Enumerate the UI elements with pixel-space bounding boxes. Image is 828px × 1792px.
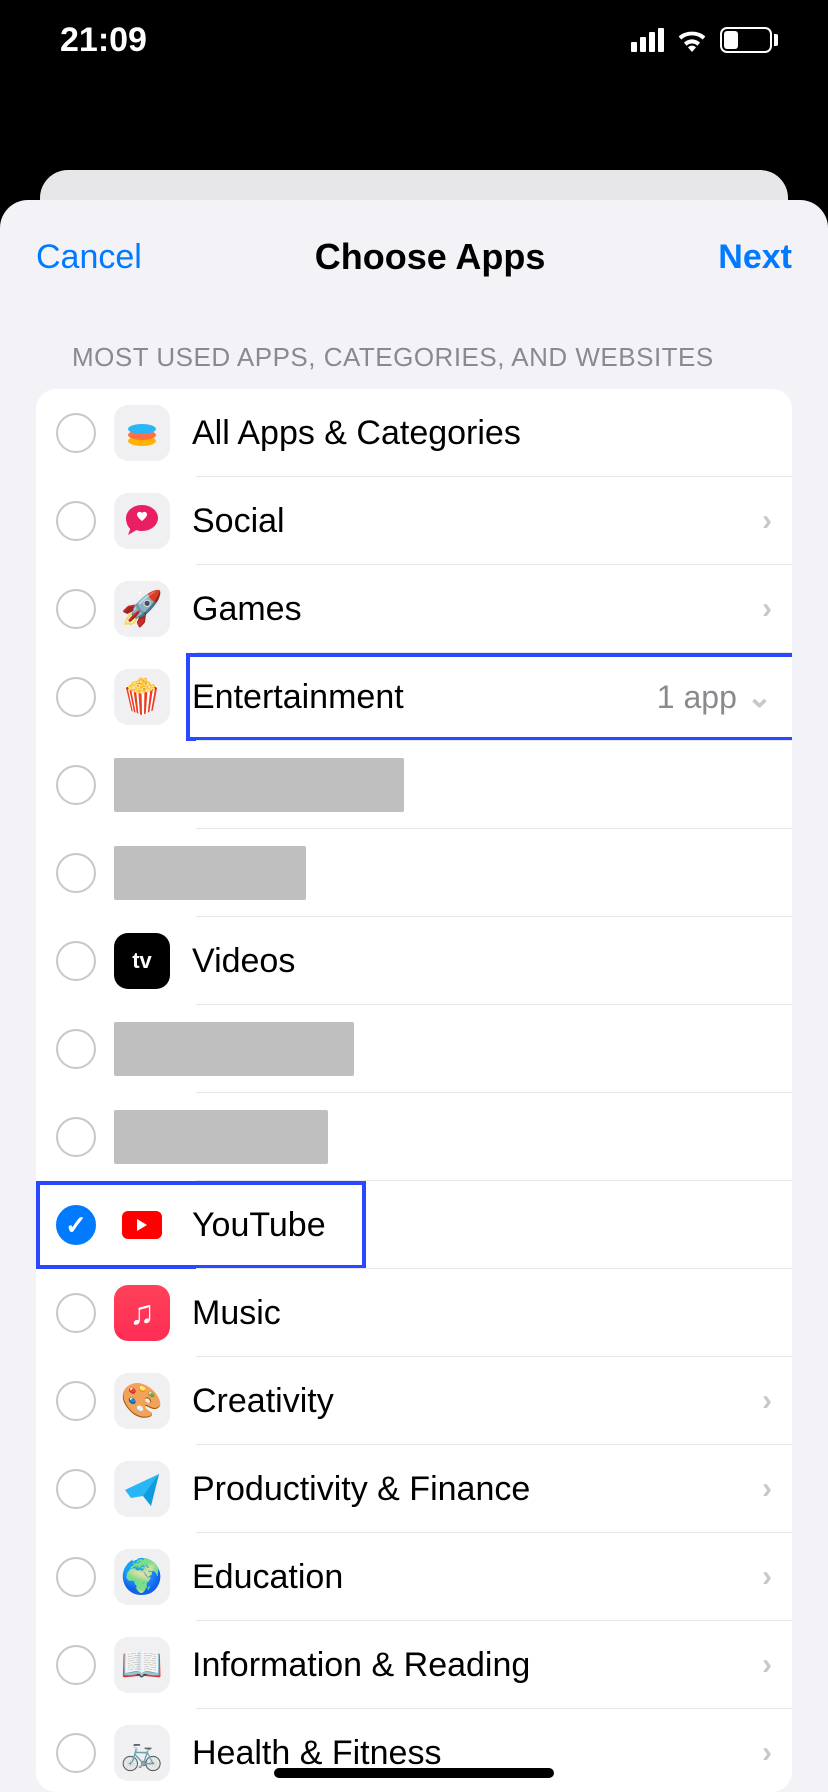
- chevron-down-icon: ⌄: [747, 680, 772, 715]
- redacted-block: [114, 758, 404, 812]
- list-row-redacted3[interactable]: ✓: [36, 1005, 792, 1093]
- bike-icon: 🚲: [114, 1725, 170, 1781]
- redacted-block: [114, 846, 306, 900]
- list-row-productivity[interactable]: ✓ Productivity & Finance›: [36, 1445, 792, 1533]
- list-row-education[interactable]: ✓ 🌍 Education›: [36, 1533, 792, 1621]
- checkbox-games[interactable]: ✓: [56, 589, 96, 629]
- checkbox-youtube[interactable]: ✓: [56, 1205, 96, 1245]
- row-label: YouTube: [192, 1206, 772, 1245]
- choose-apps-sheet: Cancel Choose Apps Next MOST USED APPS, …: [0, 200, 828, 1792]
- redacted-block: [114, 1022, 354, 1076]
- apps-list: ✓All Apps & Categories✓Social›✓🚀Games›✓🍿…: [36, 389, 792, 1792]
- status-time: 21:09: [60, 21, 147, 60]
- chevron-right-icon: ›: [762, 1736, 772, 1770]
- list-row-music[interactable]: ✓ ♫ Music: [36, 1269, 792, 1357]
- music-icon: ♫: [114, 1285, 170, 1341]
- checkbox-redacted4[interactable]: ✓: [56, 1117, 96, 1157]
- checkbox-redacted1[interactable]: ✓: [56, 765, 96, 805]
- row-label: Social: [192, 502, 762, 541]
- checkbox-creativity[interactable]: ✓: [56, 1381, 96, 1421]
- book-icon: 📖: [114, 1637, 170, 1693]
- list-row-redacted2[interactable]: ✓: [36, 829, 792, 917]
- list-row-redacted1[interactable]: ✓: [36, 741, 792, 829]
- checkbox-social[interactable]: ✓: [56, 501, 96, 541]
- rocket-icon: 🚀: [114, 581, 170, 637]
- paperplane-icon: [114, 1461, 170, 1517]
- row-label: Entertainment: [192, 678, 657, 717]
- appletv-icon: tv: [114, 933, 170, 989]
- chevron-right-icon: ›: [762, 1384, 772, 1418]
- list-row-videos[interactable]: ✓ tv Videos: [36, 917, 792, 1005]
- section-header: MOST USED APPS, CATEGORIES, AND WEBSITES: [0, 324, 828, 389]
- status-indicators: 32: [631, 27, 778, 53]
- checkbox-information[interactable]: ✓: [56, 1645, 96, 1685]
- row-label: Music: [192, 1294, 772, 1333]
- row-label: Games: [192, 590, 762, 629]
- row-label: Productivity & Finance: [192, 1470, 762, 1509]
- checkbox-education[interactable]: ✓: [56, 1557, 96, 1597]
- checkbox-music[interactable]: ✓: [56, 1293, 96, 1333]
- list-row-redacted4[interactable]: ✓: [36, 1093, 792, 1181]
- checkbox-all[interactable]: ✓: [56, 413, 96, 453]
- row-detail: 1 app: [657, 679, 737, 716]
- list-row-creativity[interactable]: ✓ 🎨 Creativity›: [36, 1357, 792, 1445]
- checkbox-videos[interactable]: ✓: [56, 941, 96, 981]
- chevron-right-icon: ›: [762, 1648, 772, 1682]
- globe-icon: 🌍: [114, 1549, 170, 1605]
- sheet-header: Cancel Choose Apps Next: [0, 200, 828, 324]
- checkbox-redacted2[interactable]: ✓: [56, 853, 96, 893]
- chevron-right-icon: ›: [762, 1560, 772, 1594]
- row-label: Information & Reading: [192, 1646, 762, 1685]
- row-label: All Apps & Categories: [192, 414, 772, 453]
- chevron-right-icon: ›: [762, 1472, 772, 1506]
- row-label: Education: [192, 1558, 762, 1597]
- checkbox-redacted3[interactable]: ✓: [56, 1029, 96, 1069]
- stack-icon: [114, 405, 170, 461]
- row-label: Videos: [192, 942, 772, 981]
- cellular-icon: [631, 28, 664, 52]
- wifi-icon: [676, 28, 708, 52]
- redacted-block: [114, 1110, 328, 1164]
- checkbox-entertainment[interactable]: ✓: [56, 677, 96, 717]
- chevron-right-icon: ›: [762, 592, 772, 626]
- chat-heart-icon: [114, 493, 170, 549]
- list-row-games[interactable]: ✓ 🚀 Games›: [36, 565, 792, 653]
- battery-icon: 32: [720, 27, 778, 53]
- popcorn-icon: 🍿: [114, 669, 170, 725]
- palette-icon: 🎨: [114, 1373, 170, 1429]
- chevron-right-icon: ›: [762, 504, 772, 538]
- list-row-social[interactable]: ✓ Social›: [36, 477, 792, 565]
- cancel-button[interactable]: Cancel: [36, 238, 142, 277]
- checkbox-productivity[interactable]: ✓: [56, 1469, 96, 1509]
- next-button[interactable]: Next: [718, 238, 792, 277]
- list-row-entertainment[interactable]: ✓ 🍿 Entertainment1 app ⌄: [36, 653, 792, 741]
- list-row-health[interactable]: ✓ 🚲 Health & Fitness›: [36, 1709, 792, 1792]
- home-indicator: [274, 1768, 554, 1778]
- youtube-icon: [114, 1197, 170, 1253]
- list-row-information[interactable]: ✓ 📖 Information & Reading›: [36, 1621, 792, 1709]
- row-label: Health & Fitness: [192, 1734, 762, 1773]
- sheet-title: Choose Apps: [315, 236, 546, 278]
- list-row-youtube[interactable]: ✓ YouTube: [36, 1181, 792, 1269]
- list-row-all[interactable]: ✓ All Apps & Categories: [36, 389, 792, 477]
- status-bar: 21:09 32: [0, 0, 828, 100]
- row-label: Creativity: [192, 1382, 762, 1421]
- checkbox-health[interactable]: ✓: [56, 1733, 96, 1773]
